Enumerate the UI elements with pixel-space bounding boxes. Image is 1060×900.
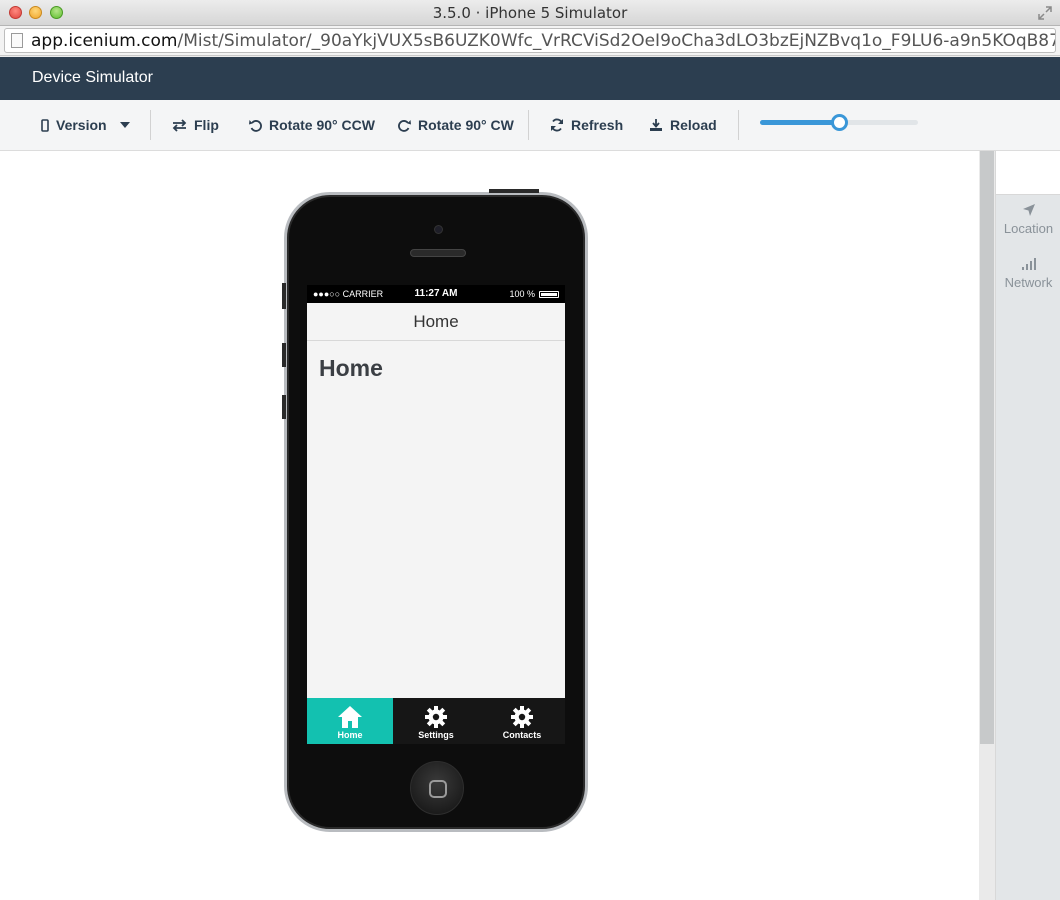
tab-contacts[interactable]: Contacts <box>479 698 565 744</box>
tab-home[interactable]: Home <box>307 698 393 744</box>
content-heading: Home <box>319 355 383 381</box>
home-button-icon <box>429 780 447 798</box>
swap-arrows-icon <box>172 118 187 132</box>
zoom-slider-fill <box>760 120 839 125</box>
rotate-left-icon <box>249 119 262 132</box>
toolbar-divider <box>150 110 151 140</box>
zoom-slider-thumb[interactable] <box>830 114 848 131</box>
volume-up-button <box>282 343 286 367</box>
signal-bars-icon <box>996 257 1060 275</box>
url-text: app.icenium.com/Mist/Simulator/_90aYkjVU… <box>31 31 1055 51</box>
location-label: Location <box>1003 221 1054 236</box>
app-title: Device Simulator <box>32 69 153 86</box>
power-button <box>489 189 539 193</box>
side-panel: Location Network <box>995 151 1060 900</box>
refresh-icon <box>551 118 563 132</box>
gear-icon <box>479 705 565 729</box>
flip-button[interactable]: Flip <box>172 115 219 135</box>
tab-settings[interactable]: Settings <box>393 698 479 744</box>
url-field[interactable]: app.icenium.com/Mist/Simulator/_90aYkjVU… <box>4 28 1056 53</box>
battery-percent: 100 % <box>509 289 535 299</box>
toolbar-divider <box>738 110 739 140</box>
network-label: Network <box>1004 275 1053 290</box>
window-title: 3.5.0 · iPhone 5 Simulator <box>432 4 628 22</box>
flip-label: Flip <box>194 117 219 133</box>
navigation-bar: Home <box>307 303 565 341</box>
download-icon <box>650 119 662 131</box>
home-button[interactable] <box>410 761 464 815</box>
reload-button[interactable]: Reload <box>649 115 717 135</box>
toolbar-divider <box>528 110 529 140</box>
rotate-cw-button[interactable]: Rotate 90° CW <box>398 115 514 135</box>
fullscreen-icon[interactable] <box>1038 6 1052 20</box>
front-camera <box>434 225 443 234</box>
iphone-device: ●●●○○ CARRIER 11:27 AM 100 % Home Home H… <box>282 189 588 832</box>
gear-icon <box>393 705 479 729</box>
app-header: Device Simulator <box>0 57 1060 100</box>
version-dropdown[interactable]: Version <box>41 115 130 135</box>
rotate-cw-label: Rotate 90° CW <box>418 117 514 133</box>
zoom-slider[interactable] <box>760 114 918 131</box>
location-arrow-icon <box>996 203 1060 221</box>
location-tool[interactable]: Location <box>996 203 1060 236</box>
rotate-right-icon <box>398 119 411 132</box>
address-bar: app.icenium.com/Mist/Simulator/_90aYkjVU… <box>0 26 1060 56</box>
device-screen[interactable]: ●●●○○ CARRIER 11:27 AM 100 % Home Home H… <box>307 285 565 744</box>
side-panel-body: Location Network <box>996 195 1060 900</box>
network-tool[interactable]: Network <box>996 257 1060 290</box>
rotate-ccw-button[interactable]: Rotate 90° CCW <box>249 115 375 135</box>
tab-home-label: Home <box>337 730 363 740</box>
volume-down-button <box>282 395 286 419</box>
status-bar: ●●●○○ CARRIER 11:27 AM 100 % <box>307 285 565 303</box>
home-icon <box>307 705 393 729</box>
battery-icon <box>539 290 559 298</box>
url-host: app.icenium.com <box>31 31 178 51</box>
mute-switch <box>282 283 286 309</box>
rotate-ccw-label: Rotate 90° CCW <box>269 117 375 133</box>
side-panel-header <box>996 151 1060 195</box>
reload-label: Reload <box>670 117 717 133</box>
refresh-label: Refresh <box>571 117 624 133</box>
earpiece-speaker <box>410 249 466 257</box>
version-label: Version <box>56 117 107 133</box>
window-titlebar: 3.5.0 · iPhone 5 Simulator <box>0 0 1060 26</box>
tab-bar: Home Settings Contacts <box>307 698 565 744</box>
battery-status: 100 % <box>509 289 559 299</box>
vertical-scrollbar[interactable] <box>979 151 995 900</box>
caret-down-icon <box>119 122 130 128</box>
tab-settings-label: Settings <box>418 730 454 740</box>
scrollbar-thumb[interactable] <box>980 151 994 744</box>
page-icon <box>11 33 23 48</box>
url-path: /Mist/Simulator/_90aYkjVUX5sB6UZK0Wfc_Vr… <box>177 31 1055 51</box>
refresh-button[interactable]: Refresh <box>550 115 623 135</box>
simulator-toolbar: Version Flip Rotate 90° CCW Rotate 90° C… <box>0 100 1060 151</box>
tab-contacts-label: Contacts <box>502 730 542 740</box>
phone-icon <box>41 118 49 132</box>
